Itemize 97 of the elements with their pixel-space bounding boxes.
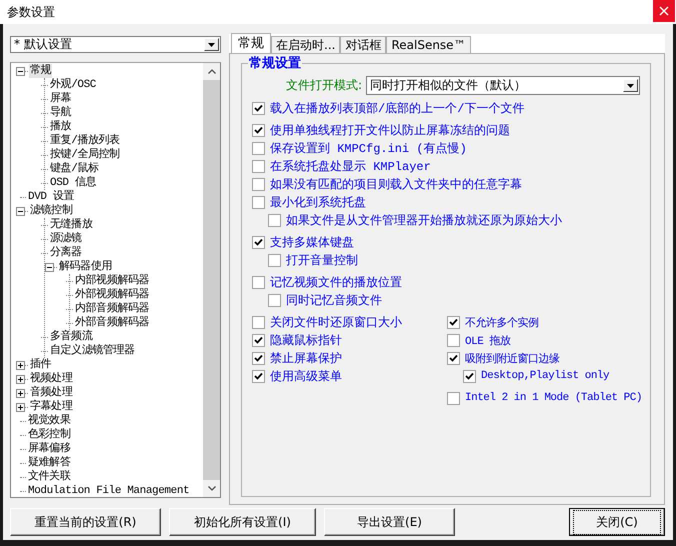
checkbox[interactable] (268, 214, 281, 226)
option-label: 使用单独线程打开文件以防止屏幕冻结的问题 (270, 122, 510, 138)
option-label: 打开音量控制 (286, 252, 358, 268)
checkbox[interactable] (447, 392, 460, 404)
tree-item[interactable]: 内部视频解码器 (74, 274, 150, 288)
group-title: 常规设置 (248, 56, 302, 71)
tree-item[interactable]: 滤镜控制 (29, 204, 74, 218)
checkbox[interactable] (252, 236, 265, 248)
dialog-button[interactable]: 初始化所有设置(I) (169, 508, 316, 536)
tree-item[interactable]: DVD 设置 (27, 190, 76, 204)
option-label: 使用高级菜单 (270, 368, 342, 384)
tab[interactable]: RealSense™ (386, 36, 471, 53)
option-label: 记忆视频文件的播放位置 (270, 274, 402, 290)
tree-item[interactable]: 色彩控制 (27, 428, 72, 442)
dialog-button[interactable]: 重置当前的设置(R) (10, 508, 161, 536)
tree-item[interactable]: 屏幕偏移 (27, 442, 72, 456)
collapse-icon[interactable] (45, 262, 54, 272)
option-label: 关闭文件时还原窗口大小 (270, 314, 402, 330)
checkbox[interactable] (252, 142, 265, 154)
dialog-button[interactable]: 导出设置(E) (324, 508, 455, 536)
window-title: 参数设置 (6, 4, 55, 20)
profile-dropdown[interactable]: * 默认设置 (10, 36, 221, 53)
option-label: 隐藏鼠标指针 (270, 332, 342, 348)
field-label: 文件打开模式: (286, 77, 362, 94)
checkbox[interactable] (252, 196, 265, 208)
checkbox[interactable] (268, 294, 281, 306)
tree-item[interactable]: 按键/全局控制 (49, 148, 121, 162)
checkbox[interactable] (252, 276, 265, 288)
option-label: 同时记忆音频文件 (286, 292, 382, 308)
tree-item[interactable]: 音频处理 (29, 386, 74, 400)
option-label: 载入在播放列表顶部/底部的上一个/下一个文件 (270, 100, 524, 116)
expand-icon[interactable] (16, 360, 25, 370)
dropdown-arrow-icon (627, 84, 634, 88)
option-label: 吸附到附近窗口边缘 (465, 352, 560, 366)
expand-icon[interactable] (16, 402, 25, 412)
collapse-icon[interactable] (16, 206, 25, 216)
option-label: 不允许多个实例 (465, 316, 538, 330)
tab[interactable]: 在启动时... (271, 36, 340, 53)
checkbox[interactable] (252, 178, 265, 190)
option-label: 保存设置到 KMPCfg.ini (有点慢) (270, 140, 467, 156)
option-label: 最小化到系统托盘 (270, 194, 366, 210)
checkbox[interactable] (252, 370, 265, 382)
option-label: 禁止屏幕保护 (270, 350, 342, 366)
tree-item[interactable]: 播放 (49, 120, 72, 134)
tree-item[interactable]: Modulation File Management (27, 484, 190, 497)
option-label: OLE 拖放 (465, 334, 510, 348)
tree-item[interactable]: 常规 (29, 64, 52, 78)
tab[interactable]: 对话框 (340, 36, 386, 53)
dialog-button[interactable]: 关闭(C) (569, 508, 665, 536)
option-label: 如果文件是从文件管理器开始播放就还原为原始大小 (286, 212, 562, 228)
checkbox[interactable] (268, 254, 281, 266)
open-mode-dropdown[interactable]: 同时打开相似的文件（默认） (366, 76, 640, 95)
checkbox[interactable] (252, 124, 265, 136)
option-label: Intel 2 in 1 Mode (Tablet PC) (465, 392, 642, 404)
checkbox[interactable] (447, 334, 460, 346)
tab[interactable]: 常规 (231, 33, 271, 53)
collapse-icon[interactable] (16, 66, 25, 76)
checkbox[interactable] (252, 160, 265, 172)
tree-item[interactable]: 内部音频解码器 (74, 302, 150, 316)
scroll-up-icon[interactable] (208, 69, 216, 74)
checkbox[interactable] (463, 370, 476, 382)
option-label: Desktop,Playlist only (481, 370, 610, 382)
close-icon (659, 6, 669, 16)
tree-item[interactable]: 重复/播放列表 (49, 134, 121, 148)
option-label: 如果没有匹配的项目则载入文件夹中的任意字幕 (270, 176, 522, 192)
tree-item[interactable]: 字幕处理 (29, 400, 74, 414)
tree-item[interactable]: 自定义滤镜管理器 (49, 344, 136, 358)
tree-item[interactable]: 插件 (29, 358, 52, 372)
tree-item[interactable]: 无缝播放 (49, 218, 94, 232)
tree-item[interactable]: 视觉效果 (27, 414, 72, 428)
tree-item[interactable]: 疑难解答 (27, 456, 72, 470)
checkbox[interactable] (252, 102, 265, 114)
tree-item[interactable]: 视频处理 (29, 372, 74, 386)
tree-item[interactable]: 外部音频解码器 (74, 316, 150, 330)
tree-item[interactable]: 外部视频解码器 (74, 288, 150, 302)
expand-icon[interactable] (16, 388, 25, 398)
tree-item[interactable]: 文件关联 (27, 470, 72, 484)
tree-item[interactable]: 多音频流 (49, 330, 94, 344)
tree-item[interactable]: 导航 (49, 106, 72, 120)
checkbox[interactable] (447, 352, 460, 364)
tree-item[interactable]: 分离器 (49, 246, 83, 260)
checkbox[interactable] (252, 334, 265, 346)
checkbox[interactable] (447, 316, 460, 328)
tree-item[interactable]: OSD 信息 (49, 176, 98, 190)
tree-item[interactable]: 屏幕 (49, 92, 72, 106)
expand-icon[interactable] (16, 374, 25, 384)
tree-item[interactable]: 外观/OSC (49, 78, 98, 92)
close-button[interactable] (653, 0, 675, 22)
option-label: 在系统托盘处显示 KMPlayer (270, 158, 431, 174)
option-label: 支持多媒体键盘 (270, 234, 354, 250)
dropdown-arrow-icon (208, 42, 215, 46)
tree-item[interactable]: 解码器使用 (58, 260, 114, 274)
tree-item[interactable]: 键盘/鼠标 (49, 162, 100, 176)
checkbox[interactable] (252, 316, 265, 328)
scroll-down-icon[interactable] (208, 486, 216, 491)
checkbox[interactable] (252, 352, 265, 364)
tree-item[interactable]: 源滤镜 (49, 232, 83, 246)
